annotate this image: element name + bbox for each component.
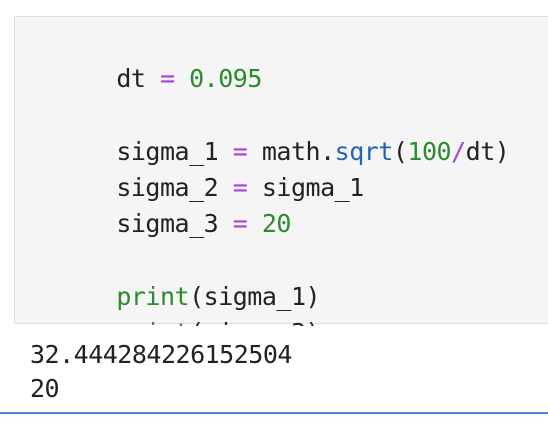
code-token: ( [392,137,408,166]
code-line: sigma_2 = sigma_1 [29,137,364,202]
code-line: sigma_3 = 20 [29,173,291,238]
code-token: = [159,64,175,93]
code-cell[interactable]: dt = 0.095 sigma_1 = math.sqrt(100/dt) s… [14,16,548,347]
code-token: dt [116,64,146,93]
code-token: = [232,209,248,238]
code-token: / [451,137,466,166]
code-token: 20 [261,209,292,238]
code-token: 0.095 [189,64,262,93]
code-token: dt [465,137,496,166]
notebook-page: dt = 0.095 sigma_1 = math.sqrt(100/dt) s… [0,0,548,426]
code-line: print(sigma_1) [29,246,320,311]
output-line: 20 [30,374,60,403]
cell-output: 32.444284226152504 20 [14,326,548,412]
code-line: print(sigma_3) [29,282,320,347]
code-token: 100 [407,137,452,166]
code-token: sigma_3 [116,209,219,238]
output-line: 32.444284226152504 [30,340,292,369]
cell-divider [0,412,548,414]
code-line: dt = 0.095 [29,28,262,93]
code-token: ) [494,137,510,166]
code-line: sigma_1 = math.sqrt(100/dt) [29,101,509,166]
